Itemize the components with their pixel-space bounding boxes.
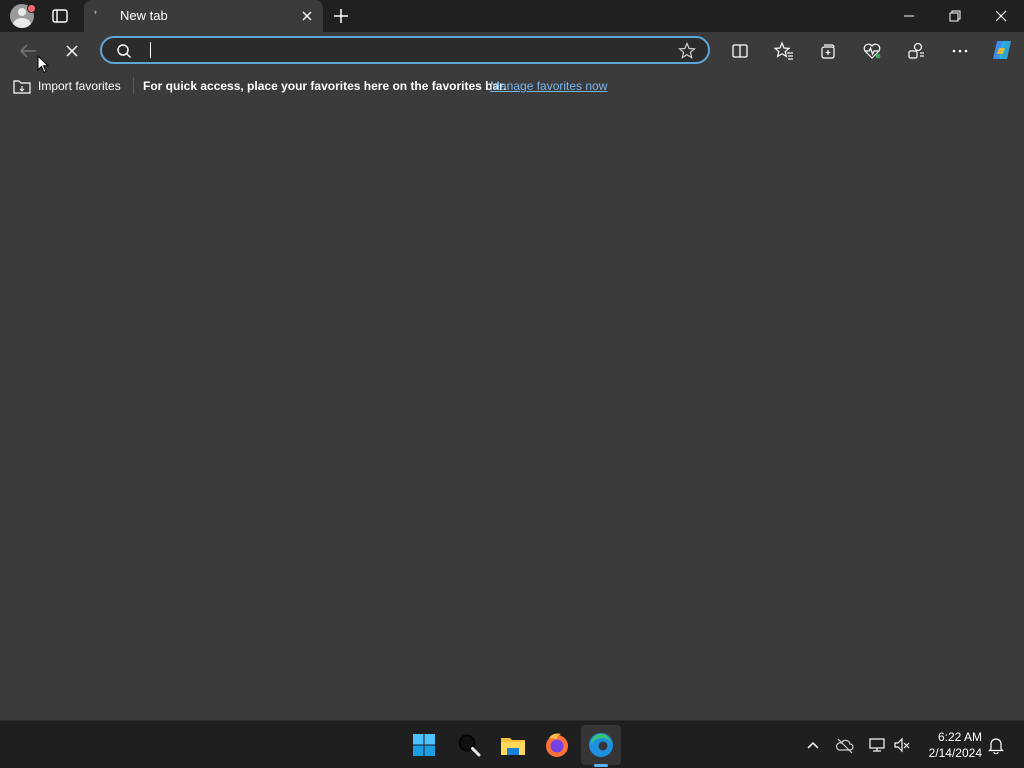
network-icon[interactable]	[867, 735, 887, 755]
clock-time: 6:22 AM	[937, 730, 982, 744]
show-hidden-icons-chevron-icon[interactable]	[803, 735, 823, 755]
stop-loading-icon[interactable]	[60, 39, 84, 63]
new-tab-icon[interactable]	[330, 5, 352, 27]
browser-toolbar	[0, 32, 1024, 70]
add-favorite-star-icon[interactable]	[678, 42, 696, 60]
collections-icon[interactable]	[816, 39, 840, 63]
minimize-icon[interactable]	[886, 0, 932, 32]
edge-browser-icon[interactable]	[585, 729, 617, 761]
import-favorites-label: Import favorites	[38, 79, 121, 93]
restore-icon[interactable]	[932, 0, 978, 32]
tab-close-icon[interactable]	[300, 9, 314, 23]
taskbar: 6:22 AM 2/14/2024	[0, 720, 1024, 768]
notification-bell-icon[interactable]	[987, 736, 1005, 754]
extensions-icon[interactable]	[904, 39, 928, 63]
tab-title: New tab	[120, 8, 168, 23]
tab-actions-icon[interactable]	[50, 6, 70, 26]
address-input[interactable]	[146, 41, 666, 59]
title-bar: ❜ New tab	[0, 0, 1024, 32]
system-clock[interactable]: 6:22 AM 2/14/2024	[920, 729, 982, 761]
favorites-hint-text: For quick access, place your favorites h…	[143, 79, 507, 93]
copilot-icon[interactable]	[988, 36, 1016, 64]
manage-favorites-link[interactable]: Manage favorites now	[490, 79, 607, 93]
mouse-cursor-icon	[37, 55, 49, 74]
clock-date: 2/14/2024	[928, 746, 982, 760]
import-folder-icon	[13, 80, 31, 94]
split-screen-icon[interactable]	[728, 39, 752, 63]
text-caret	[150, 42, 151, 58]
browser-essentials-icon[interactable]	[860, 39, 884, 63]
search-icon	[117, 44, 132, 59]
volume-muted-icon[interactable]	[892, 735, 912, 755]
file-explorer-icon[interactable]	[497, 729, 529, 761]
more-menu-icon[interactable]	[948, 39, 972, 63]
favorites-icon[interactable]	[772, 39, 796, 63]
edge-running-indicator	[594, 764, 608, 767]
address-bar[interactable]	[100, 36, 710, 64]
favorites-divider	[133, 77, 134, 94]
tab-new-tab[interactable]: ❜ New tab	[84, 0, 323, 32]
profile-notification-dot	[27, 4, 36, 13]
page-content[interactable]	[0, 100, 1024, 718]
search-taskbar-icon[interactable]	[453, 729, 485, 761]
onedrive-offline-icon[interactable]	[835, 735, 855, 755]
favorites-bar: Import favorites For quick access, place…	[0, 70, 1024, 100]
close-window-icon[interactable]	[978, 0, 1024, 32]
start-windows-icon[interactable]	[408, 729, 440, 761]
tab-loading-icon: ❜	[94, 10, 98, 21]
firefox-icon[interactable]	[541, 729, 573, 761]
